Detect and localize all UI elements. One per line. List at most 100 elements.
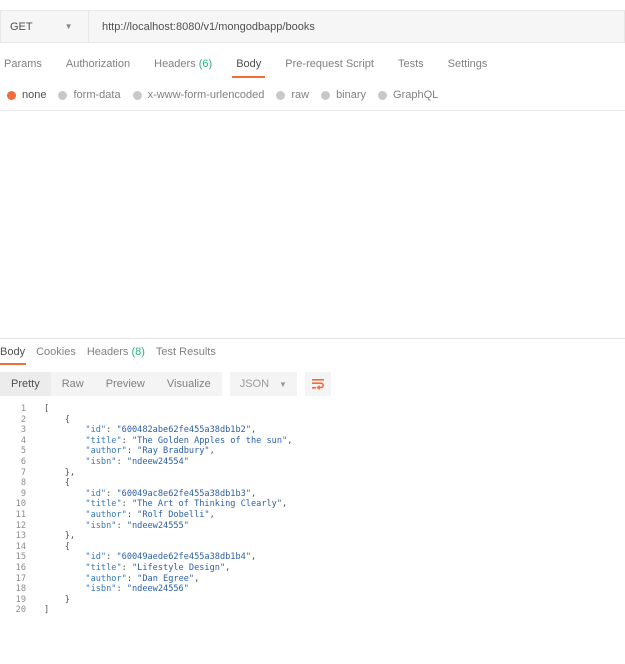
chevron-down-icon: ▼: [279, 379, 287, 389]
tab-tests[interactable]: Tests: [392, 52, 430, 78]
line-number: 6: [20, 456, 26, 467]
code-line: 11 "author": "Rolf Dobelli",: [0, 510, 625, 521]
code-text: },: [44, 531, 76, 542]
fold-gutter: [26, 478, 44, 489]
code-line: 8 {: [0, 478, 625, 489]
code-text: "id": "600482abe62fe455a38db1b2",: [85, 425, 257, 436]
fold-gutter: [26, 489, 44, 500]
code-text: "author": "Rolf Dobelli",: [85, 509, 215, 520]
line-number: 7: [20, 467, 26, 478]
code-line: 5 "author": "Ray Bradbury",: [0, 446, 625, 457]
fold-gutter: [26, 436, 44, 447]
code-line: 13 },: [0, 531, 625, 542]
code-text: "title": "The Golden Apples of the sun",: [85, 435, 293, 446]
headers-count: (6): [198, 58, 213, 70]
tab-headers[interactable]: Headers (6): [148, 52, 218, 78]
url-input[interactable]: http://localhost:8080/v1/mongodbapp/book…: [88, 10, 625, 43]
radio-graphql[interactable]: GraphQL: [378, 89, 438, 101]
fold-gutter: [26, 457, 44, 468]
tab-response-body[interactable]: Body: [0, 343, 30, 365]
code-text: "id": "60049aede62fe455a38db1b4",: [85, 552, 257, 563]
fold-gutter: [26, 595, 44, 606]
code-line: 16 "title": "Lifestyle Design",: [0, 563, 625, 574]
view-pretty-button[interactable]: Pretty: [0, 372, 51, 396]
radio-form-data[interactable]: form-data: [58, 89, 121, 101]
tab-cookies[interactable]: Cookies: [36, 343, 81, 365]
tab-authorization[interactable]: Authorization: [60, 52, 136, 78]
tab-test-results[interactable]: Test Results: [156, 343, 221, 365]
fold-gutter: [26, 468, 44, 479]
radio-icon: [321, 90, 331, 100]
tab-pre-request-script[interactable]: Pre-request Script: [279, 52, 380, 78]
view-preview-button[interactable]: Preview: [95, 372, 156, 396]
wrap-lines-button[interactable]: [304, 372, 331, 396]
code-line: 6 "isbn": "ndeew24554": [0, 457, 625, 468]
line-number: 2: [20, 414, 26, 425]
fold-gutter: [26, 415, 44, 426]
line-number: 12: [15, 520, 26, 531]
code-text: {: [44, 541, 70, 552]
view-raw-button[interactable]: Raw: [51, 372, 95, 396]
code-line: 19 }: [0, 595, 625, 606]
radio-none[interactable]: none: [7, 89, 46, 101]
line-number: 9: [20, 488, 26, 499]
radio-icon: [58, 90, 68, 100]
fold-gutter: [26, 499, 44, 510]
code-line: 1[: [0, 404, 625, 415]
radio-binary[interactable]: binary: [321, 89, 366, 101]
request-url-bar: GET ▼ http://localhost:8080/v1/mongodbap…: [0, 10, 625, 43]
line-number: 20: [15, 605, 26, 616]
code-text: ]: [44, 605, 50, 616]
tab-settings[interactable]: Settings: [442, 52, 494, 78]
view-visualize-button[interactable]: Visualize: [156, 372, 222, 396]
response-body-code[interactable]: 1[2 {3 "id": "600482abe62fe455a38db1b2",…: [0, 404, 625, 616]
method-select[interactable]: GET ▼: [0, 10, 88, 43]
fold-gutter: [26, 563, 44, 574]
line-number: 8: [20, 478, 26, 489]
body-type-options: none form-data x-www-form-urlencoded raw…: [0, 86, 443, 104]
fold-gutter: [26, 404, 44, 415]
code-text: "title": "Lifestyle Design",: [85, 562, 231, 573]
request-tabs: Params Authorization Headers (6) Body Pr…: [0, 52, 505, 78]
line-number: 1: [20, 404, 26, 414]
radio-selected-icon: [7, 90, 16, 100]
radio-icon: [378, 90, 388, 100]
radio-raw[interactable]: raw: [276, 89, 309, 101]
fold-gutter: [26, 446, 44, 457]
wrap-lines-icon: [311, 379, 324, 390]
tab-response-headers[interactable]: Headers (8): [87, 343, 150, 365]
code-text: "isbn": "ndeew24554": [85, 456, 189, 467]
code-line: 7 },: [0, 468, 625, 479]
fold-gutter: [26, 584, 44, 595]
response-divider[interactable]: [0, 338, 625, 339]
chevron-down-icon: ▼: [64, 22, 73, 31]
code-line: 10 "title": "The Art of Thinking Clearly…: [0, 499, 625, 510]
code-line: 12 "isbn": "ndeew24555": [0, 521, 625, 532]
code-text: "id": "60049ac8e62fe455a38db1b3",: [85, 488, 257, 499]
tab-body[interactable]: Body: [230, 52, 267, 78]
fold-gutter: [26, 574, 44, 585]
code-line: 18 "isbn": "ndeew24556": [0, 584, 625, 595]
code-line: 17 "author": "Dan Egree",: [0, 574, 625, 585]
code-text: "isbn": "ndeew24556": [85, 584, 189, 595]
code-text: "title": "The Art of Thinking Clearly",: [85, 499, 288, 510]
fold-gutter: [26, 510, 44, 521]
code-line: 2 {: [0, 415, 625, 426]
response-view-bar: Pretty Raw Preview Visualize JSON ▼: [0, 372, 331, 396]
radio-x-www-form-urlencoded[interactable]: x-www-form-urlencoded: [132, 89, 264, 101]
radio-icon: [132, 90, 142, 100]
format-label: JSON: [239, 378, 270, 390]
fold-gutter: [26, 425, 44, 436]
fold-gutter: [26, 605, 44, 616]
code-line: 4 "title": "The Golden Apples of the sun…: [0, 436, 625, 447]
code-text: "author": "Ray Bradbury",: [85, 446, 215, 457]
line-number: 4: [20, 435, 26, 446]
code-text: [: [44, 404, 50, 414]
tab-params[interactable]: Params: [0, 52, 48, 78]
format-select[interactable]: JSON ▼: [229, 372, 297, 396]
line-number: 15: [15, 552, 26, 563]
code-text: {: [44, 478, 70, 489]
response-headers-count: (8): [131, 346, 145, 358]
view-mode-group: Pretty Raw Preview Visualize: [0, 372, 222, 396]
code-text: },: [44, 467, 76, 478]
